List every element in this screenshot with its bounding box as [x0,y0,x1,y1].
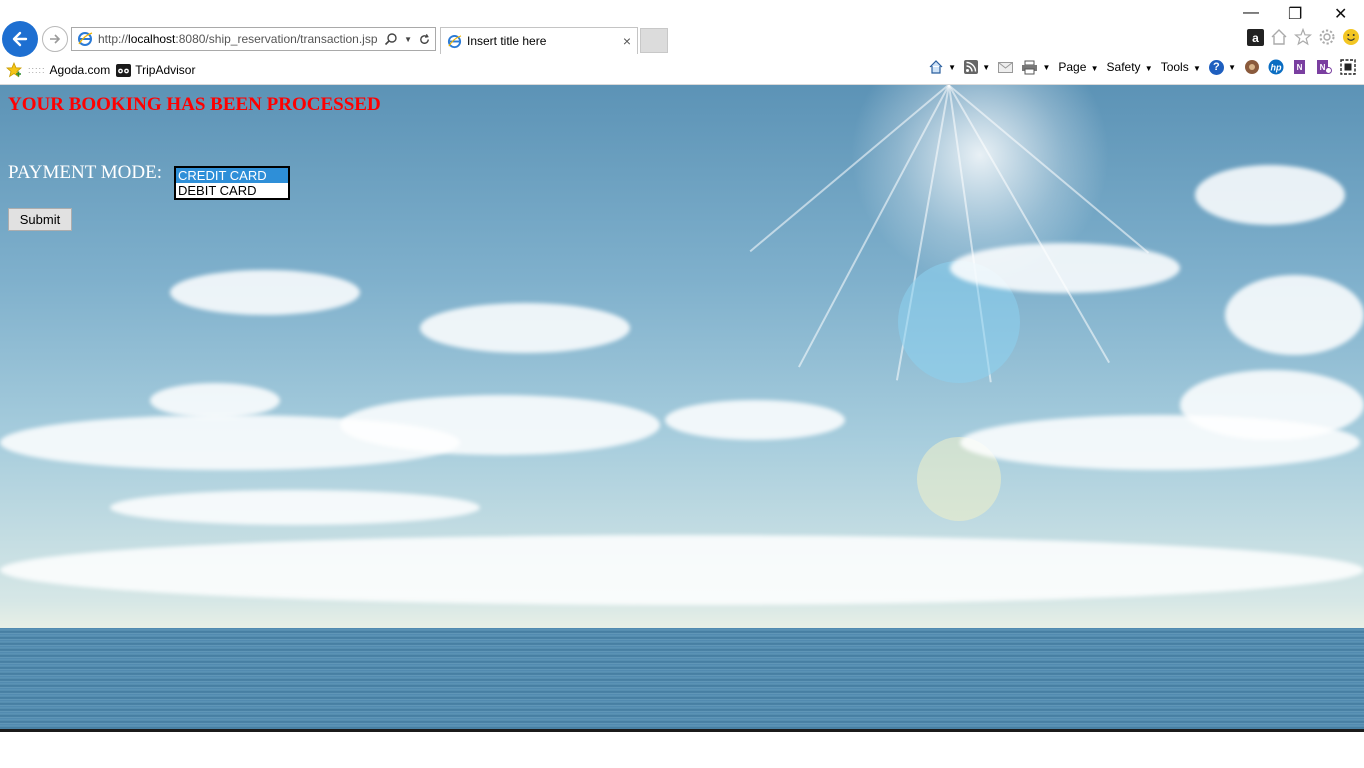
close-window-button[interactable]: ✕ [1334,4,1347,24]
minimize-button[interactable]: — [1243,4,1259,22]
payment-option-debit-card[interactable]: DEBIT CARD [176,183,288,198]
address-bar[interactable]: http://localhost:8080/ship_reservation/t… [71,27,436,51]
cloud [665,400,845,440]
favorite-agoda-label: Agoda.com [49,63,111,77]
tab-active[interactable]: Insert title here × [440,27,638,54]
agoda-icon: ::::: [28,65,46,75]
search-icon[interactable] [384,32,398,46]
back-icon [12,31,28,47]
new-tab-button[interactable] [640,28,668,53]
safety-caret-icon: ▼ [1142,64,1153,73]
help-icon: ? [1208,59,1224,75]
restore-button[interactable]: ❐ [1288,4,1302,24]
cloud [0,535,1364,605]
tools-menu-button[interactable]: Tools ▼ [1161,60,1201,74]
svg-text:hp: hp [1271,63,1282,73]
smiley-icon[interactable] [1342,28,1360,46]
tools-menu-label: Tools [1160,60,1189,74]
refresh-icon[interactable] [418,33,431,46]
url-host: localhost [128,32,176,46]
gear-icon[interactable] [1318,28,1336,46]
payment-option-credit-card[interactable]: CREDIT CARD [176,168,288,183]
page-menu-button[interactable]: Page ▼ [1058,60,1098,74]
page-heading: YOUR BOOKING HAS BEEN PROCESSED [8,94,381,115]
safety-menu-button[interactable]: Safety ▼ [1107,60,1153,74]
tab-close-button[interactable]: × [623,33,631,49]
forward-icon [50,34,61,44]
payment-mode-label: PAYMENT MODE: [8,162,162,183]
screenshot-icon[interactable] [1340,59,1356,75]
cloud [110,490,480,525]
page-menu-label: Page [1058,60,1087,74]
tools-caret-icon: ▼ [1190,64,1201,73]
toolbar-right-icons: a [1247,28,1360,46]
page-viewport: YOUR BOOKING HAS BEEN PROCESSED PAYMENT … [0,85,1364,730]
cloud [340,395,660,455]
svg-text:N: N [1297,63,1303,72]
back-button[interactable] [2,21,38,57]
cloud [420,303,630,353]
cloud [1195,165,1345,225]
bottom-edge [0,729,1364,732]
feeds-caret-icon: ▼ [980,62,991,72]
favorites-star-icon[interactable] [6,62,22,78]
command-bar: ▼ ▼ ▼ Page ▼ Safety ▼ Tools ▼ ? ▼ hp N N [928,59,1356,75]
help-caret-icon: ▼ [1225,62,1236,72]
favorite-tripadvisor-label: TripAdvisor [135,63,196,77]
send-to-onenote-icon[interactable]: N [1292,59,1308,75]
help-menu-button[interactable]: ? ▼ [1208,59,1236,75]
safety-menu-label: Safety [1106,60,1141,74]
favorite-tripadvisor[interactable]: TripAdvisor [116,63,195,77]
hp-icon[interactable]: hp [1268,59,1284,75]
star-icon[interactable] [1294,28,1312,46]
payment-mode-select[interactable]: CREDIT CARD DEBIT CARD [174,166,290,200]
svg-text:N: N [1320,63,1326,72]
search-dropdown-icon[interactable]: ▼ [404,35,412,44]
cloud [960,415,1360,470]
tripadvisor-icon [116,63,132,77]
forward-button[interactable] [42,26,68,52]
tab-ie-icon [447,34,462,48]
svg-text:a: a [1252,31,1259,45]
cloud [1225,275,1364,355]
address-url[interactable]: http://localhost:8080/ship_reservation/t… [98,32,378,46]
address-tools: ▼ [384,32,435,46]
submit-button[interactable]: Submit [8,208,72,231]
home-icon[interactable] [1270,28,1288,46]
url-prefix: http:// [98,32,129,46]
print-icon [1022,60,1038,74]
onenote-linked-icon[interactable]: N [1316,59,1332,75]
page-caret-icon: ▼ [1088,64,1099,73]
cloud [150,383,280,418]
addon-icon[interactable] [1244,59,1260,75]
home-menu-button[interactable]: ▼ [928,59,956,75]
url-path: :8080/ship_reservation/transaction.jsp [175,32,378,46]
print-caret-icon: ▼ [1040,62,1051,72]
amazon-icon[interactable]: a [1247,28,1264,46]
cloud [950,243,1180,293]
sea [0,628,1364,730]
cloud [170,270,360,315]
tab-title: Insert title here [467,34,547,48]
feeds-menu-button[interactable]: ▼ [964,60,990,74]
feed-icon [964,60,979,74]
ie-icon [78,32,93,46]
print-menu-button[interactable]: ▼ [1021,60,1050,75]
favorite-agoda[interactable]: ::::: Agoda.com [28,63,110,77]
home-caret-icon: ▼ [945,62,957,72]
mail-icon[interactable] [998,61,1014,74]
browser-chrome: http://localhost:8080/ship_reservation/t… [0,0,1364,85]
home-cmd-icon [929,60,943,74]
